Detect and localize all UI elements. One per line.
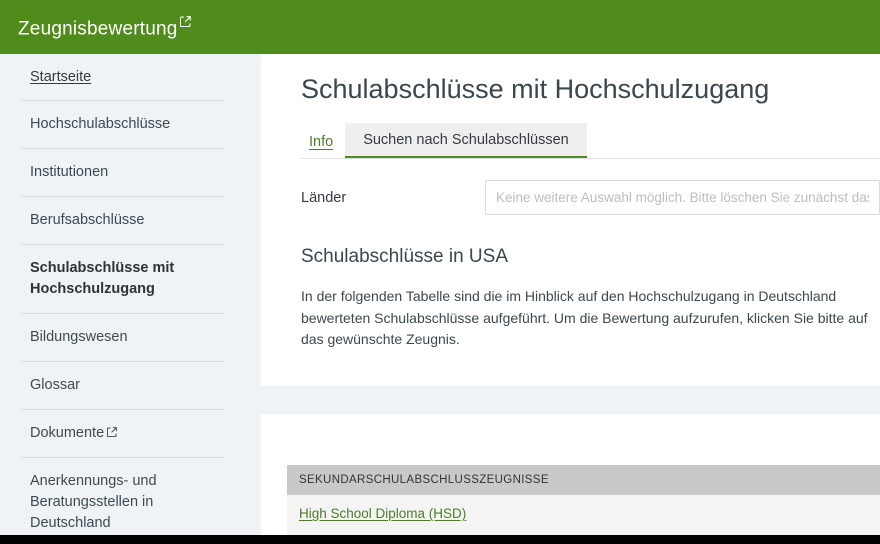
sidebar-item-label: Glossar <box>30 377 80 394</box>
section-heading: Schulabschlüsse in USA <box>301 246 508 267</box>
sidebar-item-label: Bildungswesen <box>30 329 128 346</box>
table-column-header: SEKUNDARSCHULABSCHLUSSZEUGNISSE <box>287 465 880 495</box>
site-title: Zeugnisbewertung <box>18 18 178 40</box>
sidebar-item-label: Schulabschlüsse mit Hochschulzugang <box>30 260 175 298</box>
site-header: Zeugnisbewertung <box>0 0 880 54</box>
sidebar-item-schulabschluesse-mit-hochschulzugang[interactable]: Schulabschlüsse mit Hochschulzugang <box>22 245 224 315</box>
results-table: SEKUNDARSCHULABSCHLUSSZEUGNISSE High Sch… <box>287 465 880 537</box>
section-paragraph: In der folgenden Tabelle sind die im Hin… <box>301 288 868 348</box>
sidebar-item-bildungswesen[interactable]: Bildungswesen <box>22 314 224 363</box>
sidebar-item-berufsabschluesse[interactable]: Berufsabschlüsse <box>22 197 224 246</box>
laender-field-row: Länder <box>301 180 880 220</box>
site-title-wrapper[interactable]: Zeugnisbewertung <box>18 16 191 38</box>
certificate-link[interactable]: High School Diploma (HSD) <box>299 506 466 521</box>
tab-divider <box>301 158 880 159</box>
sidebar-item-institutionen[interactable]: Institutionen <box>22 149 224 198</box>
sidebar-items: Startseite Hochschulabschlüsse Instituti… <box>0 54 246 544</box>
laender-input[interactable] <box>485 180 880 215</box>
main-content: Schulabschlüsse mit Hochschulzugang Info… <box>246 54 880 537</box>
sidebar-item-hochschulabschluesse[interactable]: Hochschulabschlüsse <box>22 101 224 150</box>
tab-info[interactable]: Info <box>301 134 345 159</box>
content-card-primary: Schulabschlüsse mit Hochschulzugang Info… <box>261 54 880 386</box>
sidebar-item-label: Startseite <box>30 69 92 85</box>
sidebar-item-dokumente[interactable]: Dokumente <box>22 410 224 459</box>
sidebar: Startseite Hochschulabschlüsse Instituti… <box>0 54 246 535</box>
external-link-icon <box>107 423 117 444</box>
external-link-icon <box>179 16 191 27</box>
sidebar-item-label: Anerkennungs- und Beratungsstellen in De… <box>30 473 157 532</box>
sidebar-item-anerkennungs-und-beratungsstellen[interactable]: Anerkennungs- und Beratungsstellen in De… <box>22 458 224 544</box>
body-area: Startseite Hochschulabschlüsse Instituti… <box>0 54 880 537</box>
window-bottom-strip <box>0 535 880 544</box>
sidebar-item-label: Institutionen <box>30 164 109 181</box>
sidebar-item-startseite[interactable]: Startseite <box>22 54 224 102</box>
sidebar-item-glossar[interactable]: Glossar <box>22 362 224 411</box>
sidebar-item-label: Berufsabschlüsse <box>30 212 145 229</box>
app-window: Zeugnisbewertung Startseite Hochschulabs… <box>0 0 880 544</box>
sidebar-item-label: Hochschulabschlüsse <box>30 116 171 133</box>
content-card-results: SEKUNDARSCHULABSCHLUSSZEUGNISSE High Sch… <box>261 414 880 537</box>
tab-bar: Info Suchen nach Schulabschlüssen <box>301 123 880 159</box>
laender-label: Länder <box>301 190 347 206</box>
sidebar-item-label: Dokumente <box>30 425 105 442</box>
tab-suchen-nach-schulabschluessen[interactable]: Suchen nach Schulabschlüssen <box>345 123 587 159</box>
page-title: Schulabschlüsse mit Hochschulzugang <box>301 74 770 104</box>
table-row[interactable]: High School Diploma (HSD) <box>287 495 880 537</box>
